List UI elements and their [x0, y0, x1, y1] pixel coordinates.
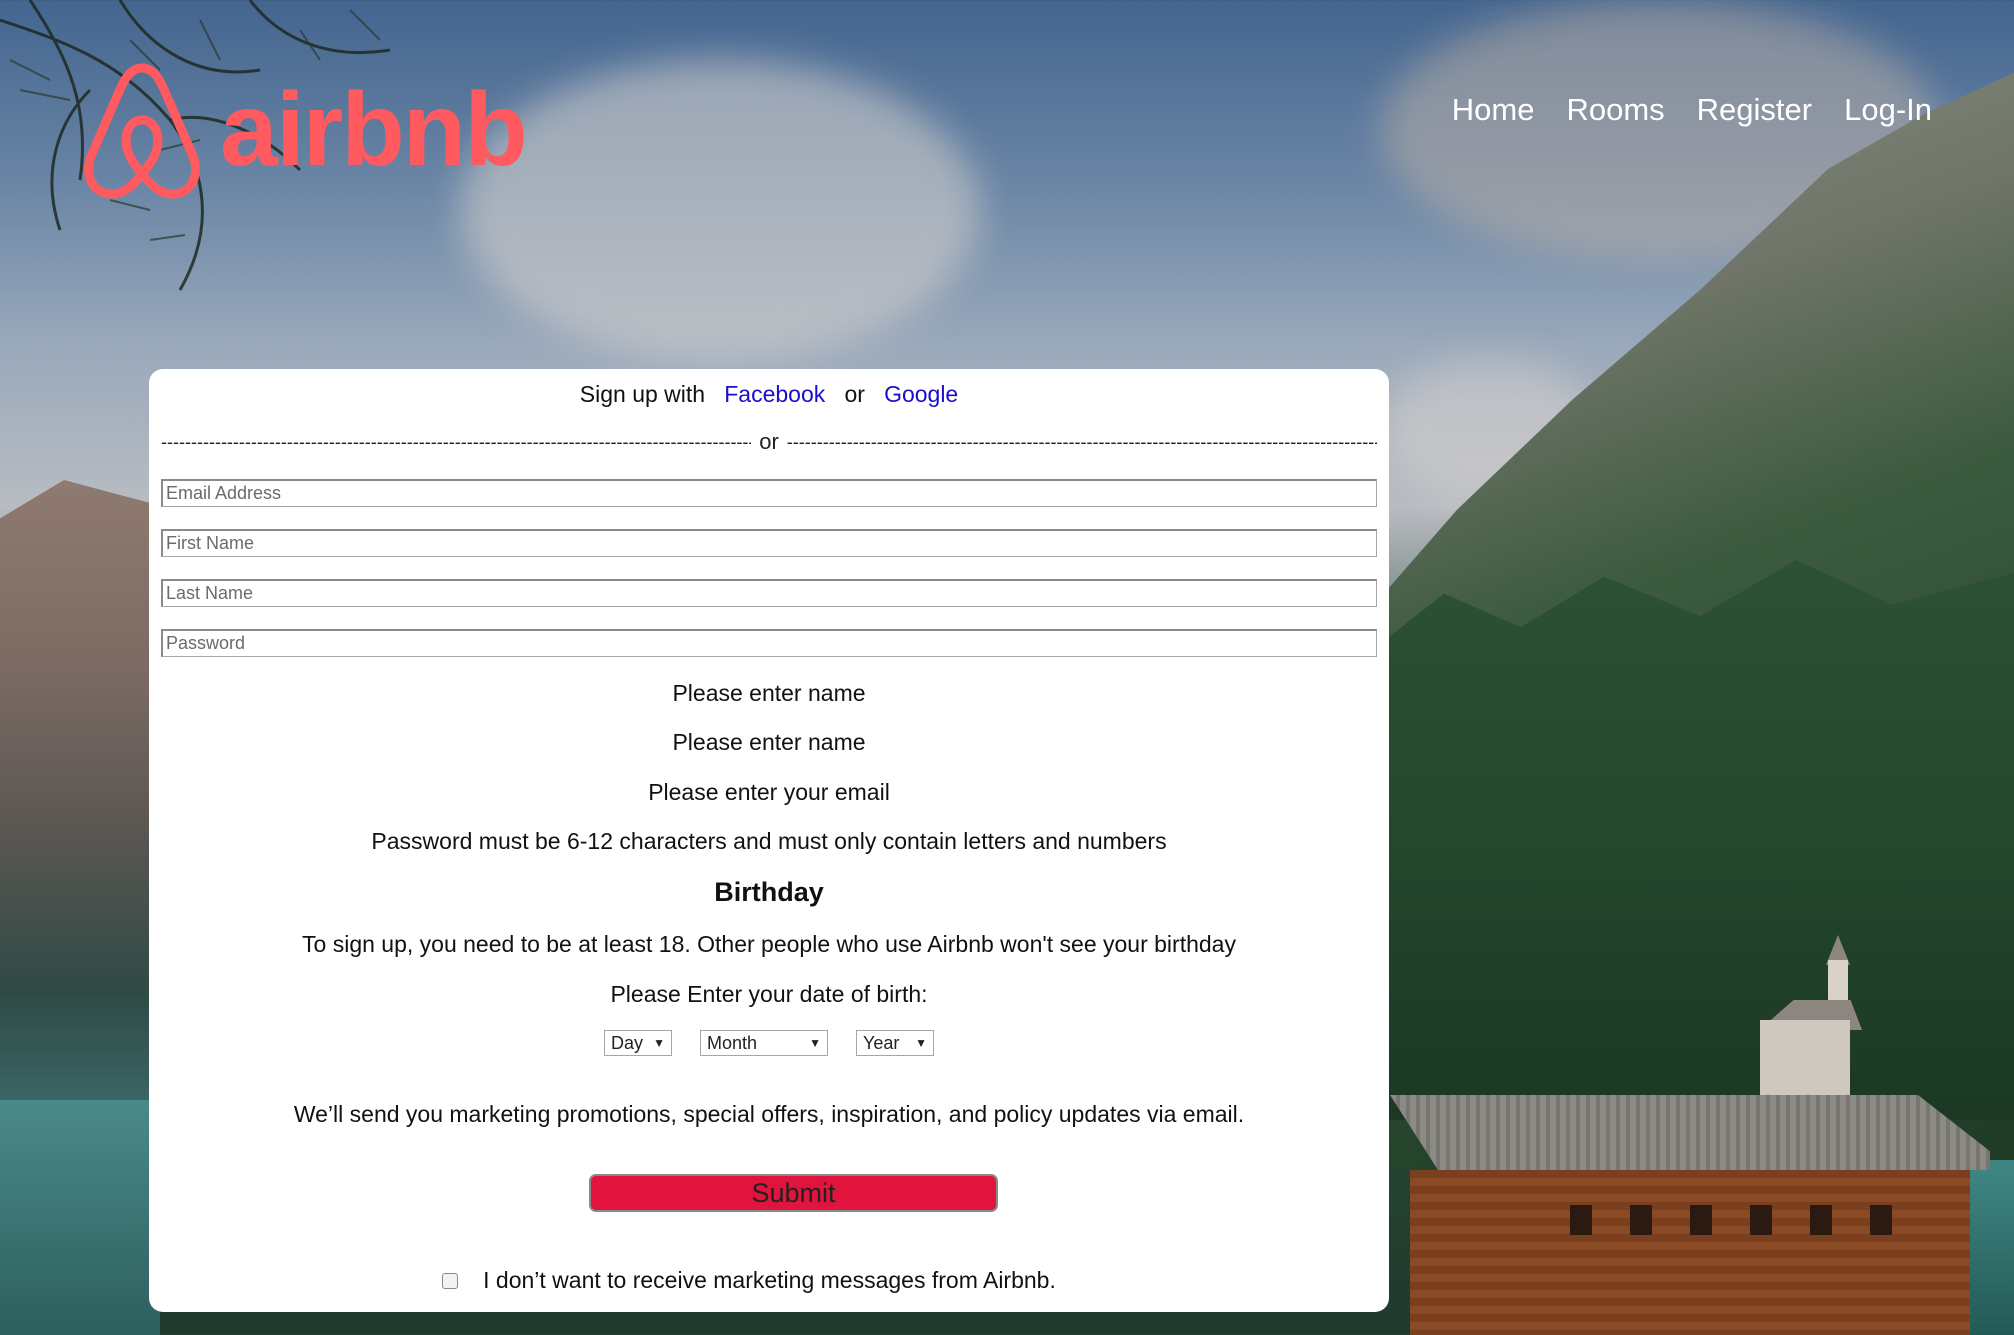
- optout-label: I don’t want to receive marketing messag…: [483, 1267, 1056, 1293]
- cabin-wall: [1410, 1170, 1970, 1335]
- birthday-note: To sign up, you need to be at least 18. …: [302, 931, 1236, 957]
- facebook-link[interactable]: Facebook: [724, 381, 825, 407]
- last-name-error: Please enter name: [672, 729, 866, 755]
- year-select-value: Year: [863, 1032, 900, 1053]
- main-nav: Home Rooms Register Log-In: [1452, 92, 1932, 128]
- first-name-error: Please enter name: [672, 680, 866, 706]
- airbnb-logo[interactable]: airbnb: [80, 58, 528, 202]
- last-name-field[interactable]: [161, 579, 1377, 607]
- day-select[interactable]: Day ▼: [604, 1030, 672, 1056]
- background-forest: [1380, 560, 2014, 1120]
- day-select-value: Day: [611, 1032, 644, 1053]
- marketing-optout: I don’t want to receive marketing messag…: [149, 1267, 1389, 1294]
- cabin-window: [1810, 1205, 1832, 1235]
- nav-register[interactable]: Register: [1697, 92, 1812, 128]
- month-select-value: Month: [707, 1032, 758, 1053]
- signup-prefix: Sign up with: [579, 381, 706, 407]
- email-field[interactable]: [161, 479, 1377, 507]
- year-select[interactable]: Year ▼: [856, 1030, 934, 1056]
- divider-dashes-right: ----------------------------------------…: [786, 431, 1377, 452]
- cabin-window: [1630, 1205, 1652, 1235]
- dob-selects: Day ▼ Month ▼ Year ▼: [149, 1030, 1389, 1056]
- birthday-heading: Birthday: [714, 877, 824, 907]
- social-signup-line: Sign up with Facebook or Google: [149, 381, 1389, 408]
- password-field[interactable]: [161, 629, 1377, 657]
- background-mountain-left: [0, 480, 160, 1120]
- background-cabin: [1390, 1095, 1990, 1335]
- nav-home[interactable]: Home: [1452, 92, 1535, 128]
- chevron-down-icon: ▼: [809, 1036, 821, 1050]
- airbnb-belo-icon: [84, 63, 200, 199]
- dob-prompt: Please Enter your date of birth:: [610, 981, 928, 1007]
- divider-or-label: or: [759, 429, 779, 454]
- background-church: [1760, 1020, 1850, 1100]
- submit-button[interactable]: Submit: [589, 1174, 998, 1212]
- cloud-shape: [460, 60, 980, 360]
- chevron-down-icon: ▼: [915, 1036, 927, 1050]
- social-or: or: [844, 381, 865, 407]
- signup-form-card: Sign up with Facebook or Google --------…: [149, 369, 1389, 1312]
- google-link[interactable]: Google: [884, 381, 958, 407]
- password-error: Password must be 6-12 characters and mus…: [371, 828, 1167, 854]
- first-name-field[interactable]: [161, 529, 1377, 557]
- background-lake-left: [0, 1100, 160, 1335]
- nav-log-in[interactable]: Log-In: [1844, 92, 1932, 128]
- cabin-roof: [1390, 1095, 1990, 1170]
- optout-checkbox[interactable]: [442, 1272, 459, 1289]
- logo-wordmark: airbnb: [220, 72, 528, 188]
- cabin-window: [1690, 1205, 1712, 1235]
- email-error: Please enter your email: [648, 779, 890, 805]
- marketing-notice: We’ll send you marketing promotions, spe…: [293, 1101, 1245, 1127]
- or-divider: ----------------------------------------…: [161, 429, 1377, 455]
- nav-rooms[interactable]: Rooms: [1566, 92, 1664, 128]
- cabin-window: [1570, 1205, 1592, 1235]
- divider-dashes-left: ----------------------------------------…: [161, 431, 751, 452]
- cabin-window: [1750, 1205, 1772, 1235]
- cabin-window: [1870, 1205, 1892, 1235]
- month-select[interactable]: Month ▼: [700, 1030, 828, 1056]
- chevron-down-icon: ▼: [653, 1036, 665, 1050]
